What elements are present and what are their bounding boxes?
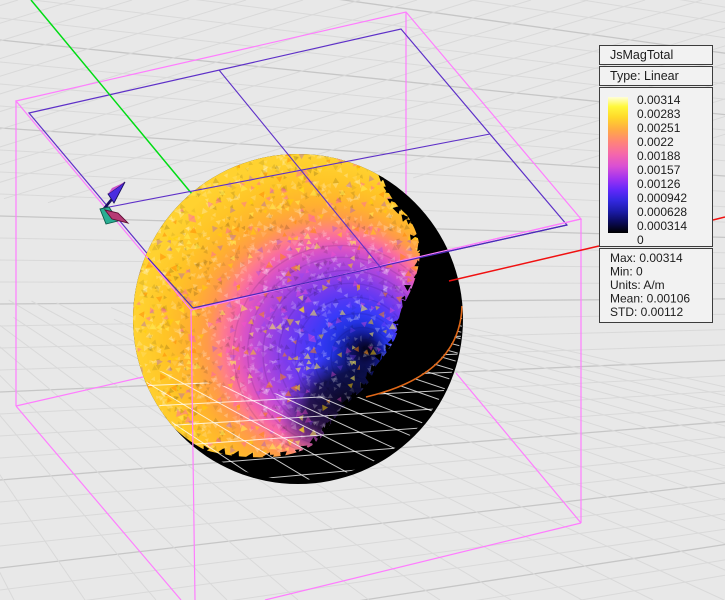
svg-text:0.00251: 0.00251 (637, 121, 681, 135)
svg-text:0.00188: 0.00188 (637, 149, 681, 163)
svg-text:0.000628: 0.000628 (637, 205, 687, 219)
svg-text:Max: 0.00314: Max: 0.00314 (610, 251, 683, 265)
svg-text:0.00283: 0.00283 (637, 107, 681, 121)
svg-text:0.000942: 0.000942 (637, 191, 687, 205)
svg-text:STD: 0.00112: STD: 0.00112 (610, 305, 683, 319)
svg-text:Min: 0: Min: 0 (610, 265, 643, 279)
svg-text:0.00126: 0.00126 (637, 177, 681, 191)
svg-text:0: 0 (637, 233, 644, 247)
svg-text:0.0022: 0.0022 (637, 135, 674, 149)
svg-text:JsMagTotal: JsMagTotal (610, 48, 673, 62)
svg-text:Units: A/m: Units: A/m (610, 278, 665, 292)
svg-text:0.00157: 0.00157 (637, 163, 681, 177)
svg-text:0.000314: 0.000314 (637, 219, 687, 233)
svg-text:Mean: 0.00106: Mean: 0.00106 (610, 292, 690, 306)
svg-text:0.00314: 0.00314 (637, 93, 681, 107)
svg-text:Type: Linear: Type: Linear (610, 69, 679, 83)
